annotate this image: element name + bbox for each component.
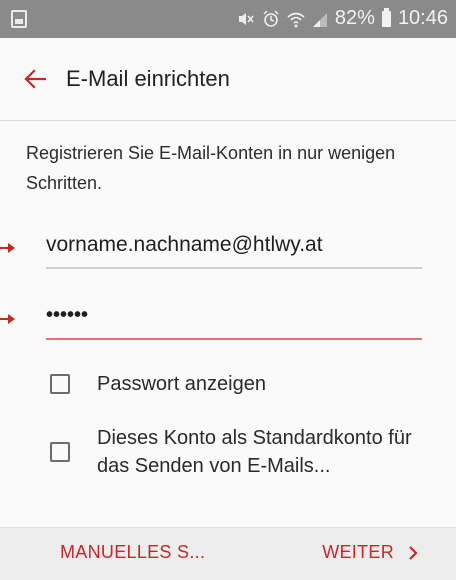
next-button-label: WEITER <box>322 542 394 562</box>
default-account-checkbox[interactable] <box>50 442 70 462</box>
app-bar: E-Mail einrichten <box>0 38 456 121</box>
show-password-checkbox[interactable] <box>50 374 70 394</box>
status-bar: 82% 10:46 <box>0 0 456 38</box>
alarm-icon <box>263 9 279 27</box>
back-button[interactable] <box>18 62 52 96</box>
email-underline <box>46 267 422 269</box>
password-field[interactable]: •••••• <box>46 294 422 340</box>
show-password-row[interactable]: Passwort anzeigen <box>50 370 417 398</box>
email-field[interactable] <box>46 223 422 269</box>
email-input[interactable] <box>46 223 422 267</box>
annotation-arrow <box>0 314 15 324</box>
default-account-label: Dieses Konto als Standardkonto für das S… <box>97 427 412 477</box>
annotation-arrow <box>0 243 15 253</box>
password-input[interactable]: •••••• <box>46 300 88 330</box>
status-icons: 82% 10:46 <box>237 7 448 30</box>
arrow-left-icon <box>24 69 46 89</box>
battery-icon <box>381 7 391 27</box>
wifi-icon <box>287 12 305 27</box>
signal-icon <box>312 12 327 27</box>
show-password-label: Passwort anzeigen <box>97 373 266 395</box>
page-title: E-Mail einrichten <box>66 66 230 91</box>
chevron-right-icon <box>409 545 418 560</box>
bottom-action-bar: MANUELLES S... WEITER <box>0 527 456 580</box>
default-account-row[interactable]: Dieses Konto als Standardkonto für das S… <box>50 424 417 480</box>
password-underline <box>46 338 422 340</box>
clock: 10:46 <box>397 7 448 29</box>
next-button[interactable]: WEITER <box>322 542 418 563</box>
manual-setup-button[interactable]: MANUELLES S... <box>60 542 205 563</box>
battery-percent: 82% <box>334 7 375 29</box>
email-setup-screen: 82% 10:46 E-Mail einrichten Registrieren… <box>0 0 456 580</box>
intro-text: Registrieren Sie E-Mail-Konten in nur we… <box>26 143 396 193</box>
mute-icon <box>238 12 254 25</box>
notification-icon <box>11 10 27 28</box>
